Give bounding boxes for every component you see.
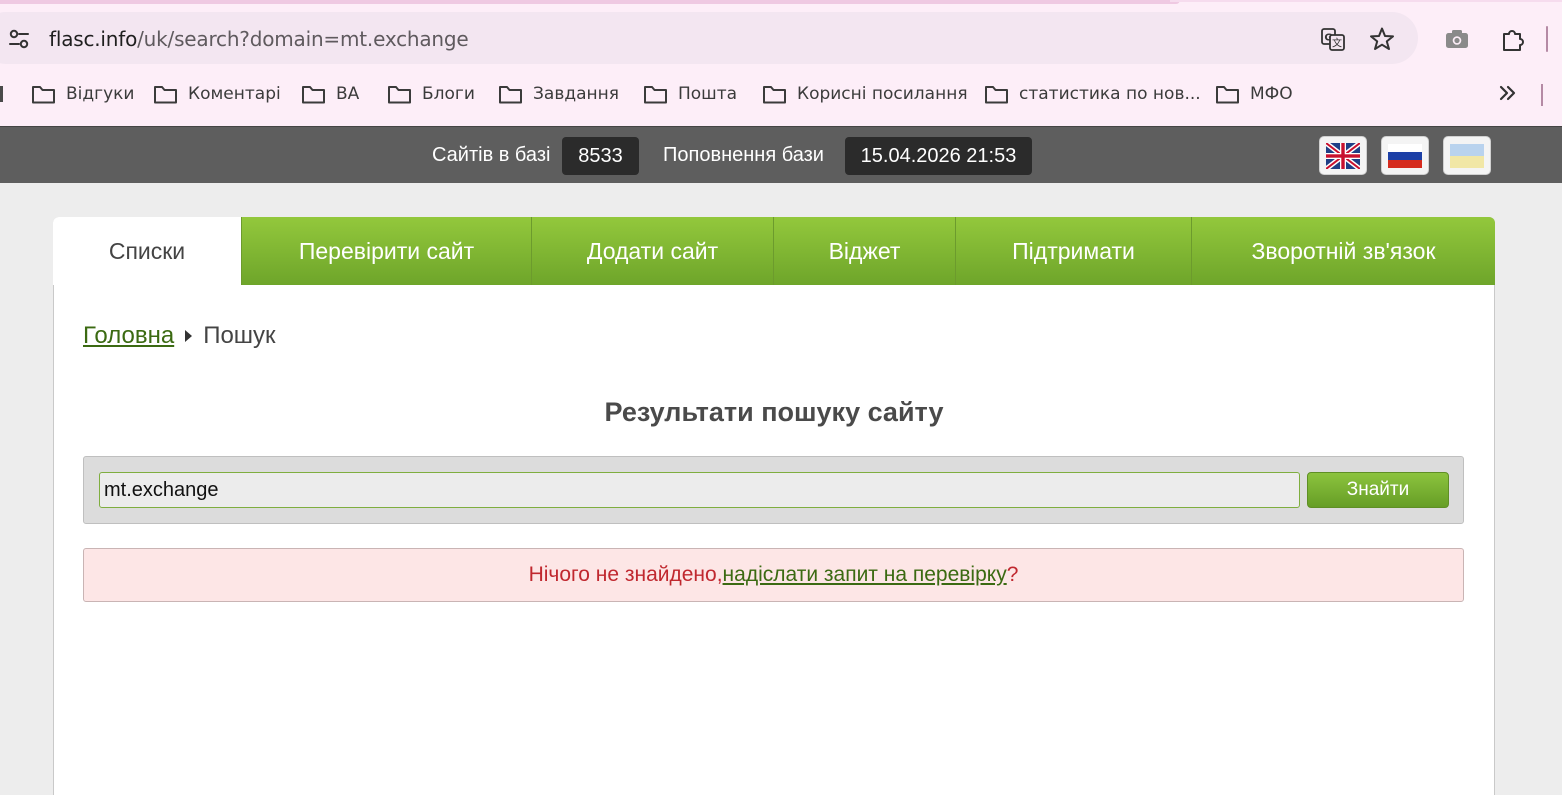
bookmarks-divider	[1541, 84, 1543, 106]
language-ru-button[interactable]	[1381, 136, 1429, 175]
bookmark-label: Корисні посилання	[797, 84, 968, 104]
folder-icon	[154, 86, 177, 104]
url-path: /uk/search?domain=mt.exchange	[137, 27, 469, 51]
russian-flag-icon	[1388, 143, 1422, 168]
bookmark-folder[interactable]: ВА	[301, 76, 359, 112]
alert-text: Нічого не знайдено,	[528, 563, 723, 586]
site-info-icon[interactable]	[6, 26, 32, 52]
ukrainian-flag-icon	[1450, 143, 1484, 168]
bookmark-folder[interactable]: Коментарі	[153, 76, 281, 112]
bookmark-label: статистика по нов...	[1019, 84, 1201, 104]
bookmark-label: Блоги	[422, 84, 475, 104]
bookmark-folder[interactable]: Завдання	[498, 76, 619, 112]
bookmarks-overflow-icon[interactable]	[1496, 81, 1520, 105]
bookmark-label: Коментарі	[188, 84, 281, 104]
bookmarks-bar: Відгуки Коментарі ВА Блоги Завдання Пошт…	[0, 76, 1562, 112]
folder-icon	[1216, 86, 1239, 104]
bookmark-label: ВА	[336, 84, 360, 104]
toolbar-divider	[1546, 26, 1548, 52]
breadcrumb: Головна Пошук	[83, 320, 276, 352]
tab-strip-edge-right	[1170, 0, 1562, 2]
main-nav-tabs: Списки Перевірити сайт Додати сайт Відже…	[53, 217, 1495, 285]
folder-icon	[32, 86, 55, 104]
search-form: Знайти	[83, 456, 1464, 524]
folder-icon	[644, 86, 667, 104]
url-text[interactable]: flasc.info/uk/search?domain=mt.exchange	[49, 26, 469, 52]
folder-icon	[985, 86, 1008, 104]
breadcrumb-current: Пошук	[203, 322, 276, 349]
tab-strip-edge	[0, 0, 1180, 4]
page-title: Результати пошуку сайту	[604, 397, 944, 427]
folder-icon	[302, 86, 325, 104]
bookmark-label: Відгуки	[66, 84, 135, 104]
request-check-link[interactable]: надіслати запит на перевірку	[723, 563, 1007, 587]
tab-add-site[interactable]: Додати сайт	[531, 217, 773, 285]
english-flag-icon	[1326, 142, 1360, 169]
breadcrumb-home-link[interactable]: Головна	[83, 320, 174, 352]
update-label: Поповнення бази	[663, 144, 824, 166]
extensions-puzzle-icon[interactable]	[1500, 26, 1526, 52]
folder-icon	[499, 86, 522, 104]
alert-suffix: ?	[1006, 563, 1019, 586]
tab-widget[interactable]: Віджет	[773, 217, 955, 285]
breadcrumb-arrow-icon	[185, 330, 193, 342]
bookmark-folder[interactable]: Відгуки	[31, 76, 134, 112]
site-stats-bar: Сайтів в базі 8533 Поповнення бази 15.04…	[0, 126, 1562, 183]
sites-count-value: 8533	[562, 137, 639, 175]
bookmark-label: Завдання	[533, 84, 619, 104]
language-en-button[interactable]	[1319, 136, 1367, 175]
folder-icon	[388, 86, 411, 104]
search-input[interactable]	[99, 472, 1300, 508]
tab-check-site[interactable]: Перевірити сайт	[241, 217, 531, 285]
update-value: 15.04.2026 21:53	[845, 137, 1032, 175]
not-found-alert: Нічого не знайдено, надіслати запит на п…	[83, 548, 1464, 602]
svg-text:文: 文	[1332, 37, 1342, 50]
bookmark-label: МФО	[1250, 84, 1293, 104]
translate-icon[interactable]: G 文	[1320, 26, 1346, 52]
sites-count-label: Сайтів в базі	[432, 144, 551, 166]
tab-support[interactable]: Підтримати	[955, 217, 1191, 285]
bookmark-folder[interactable]: статистика по нов...	[984, 76, 1201, 112]
bookmark-folder[interactable]: Блоги	[387, 76, 475, 112]
bookmark-label: Пошта	[678, 84, 738, 104]
tab-feedback[interactable]: Зворотній зв'язок	[1191, 217, 1495, 285]
browser-chrome: flasc.info/uk/search?domain=mt.exchange …	[0, 0, 1562, 126]
tab-lists[interactable]: Списки	[53, 217, 241, 285]
search-button[interactable]: Знайти	[1307, 472, 1449, 508]
bookmark-folder[interactable]: Корисні посилання	[762, 76, 968, 112]
bookmark-folder[interactable]: МФО	[1215, 76, 1293, 112]
camera-icon[interactable]	[1444, 26, 1470, 52]
url-host: flasc.info	[49, 27, 138, 51]
folder-icon	[763, 86, 786, 104]
language-uk-button[interactable]	[1443, 136, 1491, 175]
bookmark-folder[interactable]: Пошта	[643, 76, 737, 112]
bookmark-star-icon[interactable]	[1369, 26, 1395, 52]
